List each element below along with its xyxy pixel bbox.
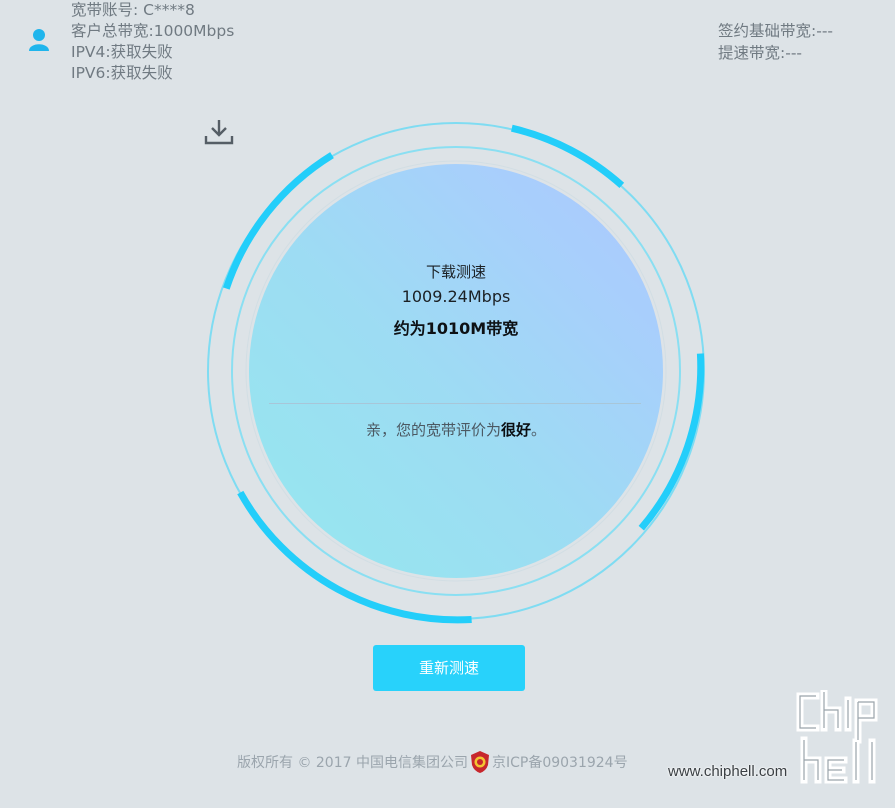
account-info: 宽带账号: C****8 客户总带宽:1000Mbps IPV4:获取失败 IP… [71, 0, 234, 84]
ipv6-status: IPV6:获取失败 [71, 64, 173, 82]
result-disc [249, 164, 663, 578]
watermark-url: www.chiphell.com [668, 763, 788, 780]
download-speed: 1009.24Mbps [401, 287, 511, 306]
footer: 版权所有 © 2017 中国电信集团公司 京ICP备09031924号 [237, 750, 628, 774]
contract-bandwidth: 签约基础带宽:--- [718, 22, 834, 40]
speedtest-page: 宽带账号: C****8 客户总带宽:1000Mbps IPV4:获取失败 IP… [0, 0, 895, 808]
rating-prefix: 亲，您的宽带评价为 [365, 421, 501, 439]
divider [269, 403, 641, 404]
ipv4-status: IPV4:获取失败 [71, 43, 173, 61]
rating-suffix: 。 [531, 421, 547, 439]
boost-bandwidth: 提速带宽:--- [718, 44, 803, 62]
icp-link[interactable]: 京ICP备09031924号 [492, 752, 628, 772]
rating-value: 很好 [500, 421, 531, 439]
speed-gauge: 下载测速 1009.24Mbps 约为1010M带宽 亲，您的宽带评价为很好。 [203, 118, 709, 624]
police-emblem-icon[interactable] [469, 750, 491, 774]
download-title: 下载测速 [425, 263, 486, 281]
contract-info: 签约基础带宽:--- 提速带宽:--- [718, 20, 833, 64]
rating-text: 亲，您的宽带评价为很好。 [203, 419, 709, 440]
approx-bandwidth: 约为1010M带宽 [393, 319, 519, 338]
retest-button[interactable]: 重新测速 [373, 645, 525, 691]
user-icon [29, 29, 49, 51]
account-number: 宽带账号: C****8 [71, 1, 195, 19]
total-bandwidth: 客户总带宽:1000Mbps [71, 22, 235, 40]
chiphell-logo [796, 690, 878, 784]
download-icon [204, 120, 234, 145]
copyright-text: 版权所有 © 2017 中国电信集团公司 [237, 755, 468, 771]
